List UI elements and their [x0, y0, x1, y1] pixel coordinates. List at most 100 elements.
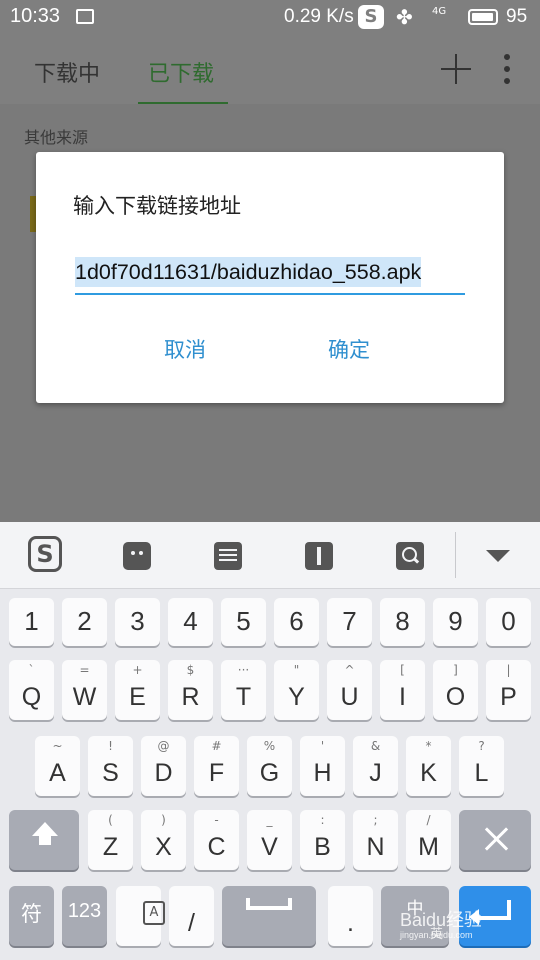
download-url-dialog: 输入下载链接地址 1d0f70d11631/baiduzhidao_558.ap… — [36, 152, 504, 403]
keyboard-toolbar: S — [0, 522, 540, 589]
key-o[interactable]: ] O — [433, 660, 478, 720]
tab-downloading[interactable]: 下载中 — [34, 56, 100, 88]
more-options-icon[interactable] — [500, 54, 514, 86]
add-icon[interactable] — [441, 54, 471, 84]
collapse-keyboard-icon[interactable] — [486, 550, 510, 562]
key-x[interactable]: ) X — [141, 810, 186, 870]
key-label: L — [474, 759, 489, 787]
key-sub-label: ` — [28, 663, 35, 677]
key-6[interactable]: 6 — [274, 598, 319, 646]
key-u[interactable]: ^ U — [327, 660, 372, 720]
key-y[interactable]: " Y — [274, 660, 319, 720]
key-a[interactable]: ~ A — [35, 736, 80, 796]
tab-downloaded[interactable]: 已下载 — [148, 56, 214, 88]
key-label: B — [314, 833, 331, 861]
key-sub-label: | — [506, 663, 511, 677]
cursor-icon[interactable] — [305, 542, 333, 570]
key-b[interactable]: :B — [300, 810, 345, 870]
key-e[interactable]: + E — [115, 660, 160, 720]
key-sub-label: " — [293, 663, 300, 677]
key-label: 7 — [342, 606, 357, 636]
key-c[interactable]: -C — [194, 810, 239, 870]
key-7[interactable]: 7 — [327, 598, 372, 646]
key-p[interactable]: | P — [486, 660, 531, 720]
key-label: 8 — [395, 606, 410, 636]
key-label: D — [154, 759, 173, 787]
network-speed: 0.29 K/s — [284, 6, 354, 27]
key-sub-label: # — [211, 739, 222, 753]
key-label: Z — [102, 833, 119, 861]
key-sub-label: @ — [157, 739, 170, 753]
numbers-key[interactable]: 123 — [62, 886, 107, 946]
key-1[interactable]: 1 — [9, 598, 54, 646]
key-t[interactable]: ··· T — [221, 660, 266, 720]
key-sub-label: - — [214, 813, 219, 827]
dialog-title: 输入下载链接地址 — [73, 194, 241, 218]
url-input[interactable]: 1d0f70d11631/baiduzhidao_558.apk — [75, 255, 465, 295]
watermark-sub: jingyan.baidu.com — [400, 930, 473, 940]
key-sub-label: _ — [266, 813, 273, 827]
key-v[interactable]: _ V — [247, 810, 292, 870]
emoji-icon[interactable] — [123, 542, 151, 570]
key-label: F — [208, 759, 225, 787]
key-f[interactable]: # F — [194, 736, 239, 796]
key-sub-label: ' — [320, 739, 325, 753]
key-4[interactable]: 4 — [168, 598, 213, 646]
confirm-button[interactable]: 确定 — [328, 334, 370, 364]
sogou-logo-icon[interactable]: S — [28, 536, 62, 572]
key-label: N — [366, 833, 385, 861]
key-label: 1 — [24, 606, 39, 636]
status-bar: 10:33 0.29 K/s S ✤ 4G 95 — [0, 0, 540, 34]
key-2[interactable]: 2 — [62, 598, 107, 646]
key-sub-label: & — [370, 739, 381, 753]
key-3[interactable]: 3 — [115, 598, 160, 646]
sogou-status-icon: S — [358, 5, 384, 29]
key-sub-label: ··· — [237, 663, 250, 677]
key-sub-label: ; — [373, 813, 378, 827]
key-z[interactable]: (Z — [88, 810, 133, 870]
key-s[interactable]: ! S — [88, 736, 133, 796]
key-9[interactable]: 9 — [433, 598, 478, 646]
key-label: J — [369, 759, 382, 787]
search-icon[interactable] — [396, 542, 424, 570]
key-k[interactable]: * K — [406, 736, 451, 796]
key-label: 9 — [448, 606, 463, 636]
key-m[interactable]: / M — [406, 810, 451, 870]
slash-key[interactable]: / — [169, 886, 214, 946]
key-label: 5 — [236, 606, 251, 636]
key-5[interactable]: 5 — [221, 598, 266, 646]
shift-icon — [32, 822, 58, 845]
key-g[interactable]: % G — [247, 736, 292, 796]
key-label: 符 — [21, 903, 42, 926]
key-i[interactable]: [I — [380, 660, 425, 720]
input-mode-key[interactable]: A — [116, 886, 165, 946]
key-n[interactable]: ; N — [353, 810, 398, 870]
notification-icon — [76, 9, 94, 24]
key-label: / — [188, 909, 195, 937]
period-key[interactable]: . — [328, 886, 373, 946]
key-l[interactable]: ? L — [459, 736, 504, 796]
shift-key[interactable] — [9, 810, 79, 870]
keyboard-icon[interactable] — [214, 542, 242, 570]
key-label: S — [102, 759, 119, 787]
enter-icon — [469, 900, 511, 925]
key-8[interactable]: 8 — [380, 598, 425, 646]
key-sub-label: = — [79, 663, 90, 677]
symbols-key[interactable]: 符 — [9, 886, 54, 946]
key-sub-label: ? — [478, 739, 485, 753]
key-d[interactable]: @ D — [141, 736, 186, 796]
space-key[interactable] — [222, 886, 316, 946]
battery-icon — [468, 9, 498, 25]
key-q[interactable]: ` Q — [9, 660, 54, 720]
key-h[interactable]: ' H — [300, 736, 345, 796]
battery-percent: 95 — [506, 6, 528, 27]
key-w[interactable]: = W — [62, 660, 107, 720]
cancel-button[interactable]: 取消 — [164, 334, 206, 364]
key-j[interactable]: & J — [353, 736, 398, 796]
key-label: . — [347, 909, 354, 937]
space-icon — [246, 898, 292, 910]
key-r[interactable]: $ R — [168, 660, 213, 720]
key-label: K — [420, 759, 437, 787]
key-0[interactable]: 0 — [486, 598, 531, 646]
delete-key[interactable] — [459, 810, 531, 870]
